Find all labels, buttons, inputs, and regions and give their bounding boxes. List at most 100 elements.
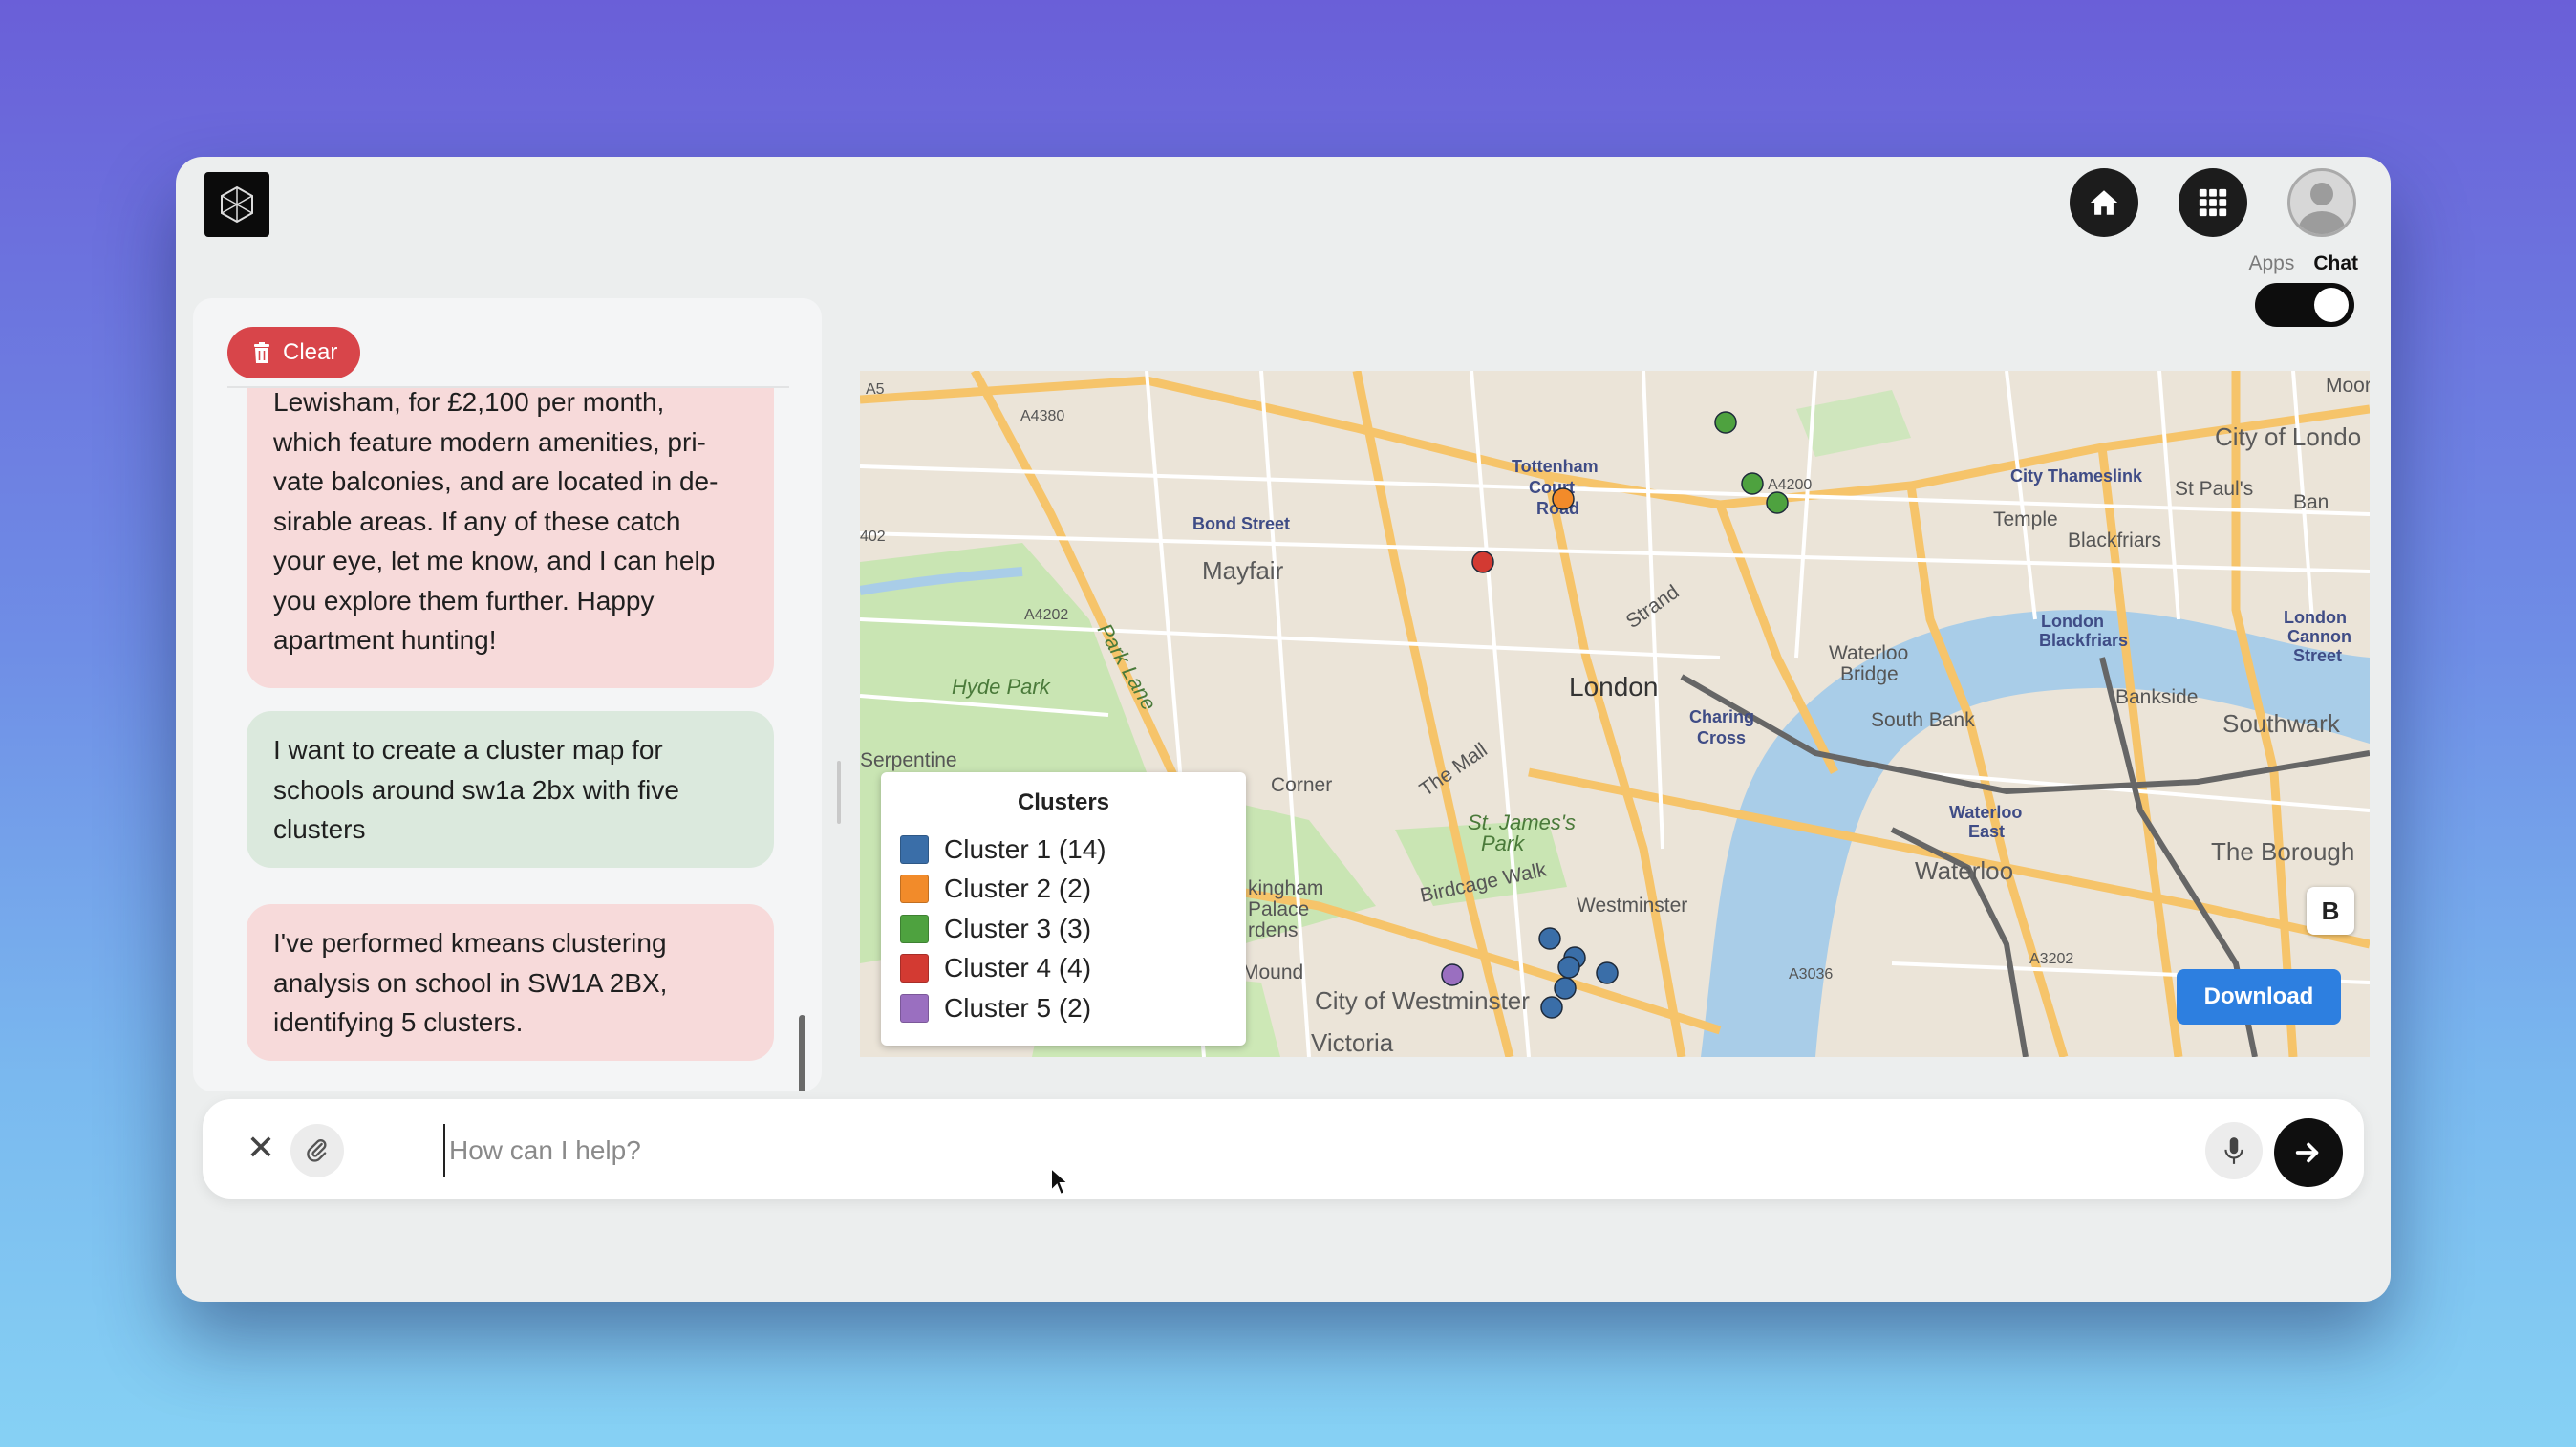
grid-icon [2199,188,2227,217]
map-label: South Bank [1871,709,1975,731]
paperclip-icon [307,1139,327,1162]
message-line: I want to create a cluster map for [273,735,663,765]
map-label: Temple [1993,508,2058,530]
map-label: 402 [860,529,886,545]
legend-label: Cluster 4 (4) [944,953,1092,983]
message-line: analysis on school in SW1A 2BX, [273,967,668,998]
attach-button[interactable] [290,1124,344,1177]
app-window: Apps Chat Clear Lewisham, for £2,100 per… [176,157,2391,1302]
microphone-button[interactable] [2205,1122,2263,1179]
clear-button-label: Clear [283,339,338,365]
assistant-message: I've performed kmeans clustering analysi… [247,904,774,1061]
map-label: City Thameslink [2010,466,2143,486]
cluster-3-marker[interactable] [1766,491,1789,514]
cluster-1-marker[interactable] [1554,977,1577,1000]
legend-item: Cluster 1 (14) [900,830,1227,870]
home-button[interactable] [2070,168,2138,237]
map-label: London [2041,612,2104,631]
trash-icon [254,342,269,363]
cluster-5-marker[interactable] [1441,963,1464,986]
apps-mode-label: Apps [2248,252,2295,274]
cluster-3-marker[interactable] [1714,411,1737,434]
panel-resize-handle[interactable] [837,761,841,824]
cluster-1-marker[interactable] [1540,996,1563,1019]
map-label: kingham [1248,877,1323,899]
map-label: A4202 [1024,607,1068,623]
map-label: A4380 [1020,408,1064,424]
message-line: you explore them further. Happy [273,585,655,616]
cluster-1-marker[interactable] [1596,961,1619,984]
legend-swatch [900,954,929,983]
close-icon[interactable]: ✕ [237,1124,285,1172]
header-actions [2070,168,2356,237]
map-label: Cross [1697,728,1746,747]
cluster-1-marker[interactable] [1557,956,1580,979]
legend-item: Cluster 2 (2) [900,870,1227,910]
legend-label: Cluster 3 (3) [944,913,1092,943]
cluster-1-marker[interactable] [1538,927,1561,950]
map-label: Serpentine [860,749,957,771]
legend-swatch [900,875,929,904]
message-line: your eye, let me know, and I can help [273,546,716,575]
basemap-toggle-button[interactable]: B [2307,887,2354,935]
home-icon [2090,190,2118,215]
legend-swatch [900,993,929,1023]
cluster-legend: Clusters Cluster 1 (14) Cluster 2 (2) Cl… [881,772,1246,1046]
message-line: clusters [273,814,366,844]
legend-title: Clusters [1017,789,1110,815]
clear-button[interactable]: Clear [227,327,361,378]
mouse-cursor-icon [1050,1166,1070,1197]
map-label: A5 [866,381,885,398]
message-line: sirable areas. If any of these catch [273,506,681,536]
map-label: Palace [1248,898,1309,920]
legend-swatch [900,834,929,864]
map-label: Blackfriars [2068,529,2161,551]
map-label: London [1569,672,1658,702]
apps-grid-button[interactable] [2179,168,2247,237]
map-label: Street [2293,646,2342,665]
map-label: Victoria [1311,1028,1394,1057]
map-label: A3036 [1789,966,1833,983]
map-label: City of Westminster [1315,986,1530,1015]
map-label: Waterloo [1949,803,2022,822]
chat-mode-label: Chat [2313,252,2358,274]
chat-input[interactable] [443,1124,2068,1177]
cluster-2-marker[interactable] [1552,487,1575,510]
legend-swatch [900,914,929,943]
user-avatar-icon [2299,183,2345,234]
map-label: Bankside [2115,686,2198,708]
chat-scrollbar[interactable] [799,1015,805,1091]
download-button[interactable]: Download [2177,969,2341,1025]
map-label: Mayfair [1202,556,1284,585]
apps-chat-toggle[interactable] [2255,283,2354,327]
send-button[interactable] [2274,1118,2343,1187]
map-label: Charing [1689,707,1754,726]
map-label: Moorg [2326,375,2370,397]
legend-label: Cluster 5 (2) [944,992,1092,1023]
cluster-map[interactable]: A5 A4380 402 A4202 A4200 A3036 A3202 Bon… [860,371,2370,1057]
map-label: Tottenham [1512,457,1599,476]
user-avatar[interactable] [2287,168,2356,237]
map-label: Bridge [1840,663,1899,685]
map-label: rdens [1248,919,1299,941]
cluster-3-marker[interactable] [1741,472,1764,495]
map-label: Bond Street [1192,514,1290,533]
message-list: Lewisham, for £2,100 per month, which fe… [193,388,822,1091]
map-label: East [1968,822,2005,841]
cluster-4-marker[interactable] [1471,551,1494,573]
message-line: identifying 5 clusters. [273,1007,524,1037]
map-label: Cannon [2287,627,2351,646]
map-label: Southwark [2222,709,2341,738]
chat-panel: Clear Lewisham, for £2,100 per month, wh… [193,298,822,1091]
cube-logo-icon[interactable] [204,172,269,237]
legend-item: Cluster 3 (3) [900,909,1227,949]
chat-input-bar: ✕ [203,1099,2364,1199]
user-message: I want to create a cluster map for schoo… [247,711,774,868]
microphone-icon [2224,1137,2243,1164]
message-line: Lewisham, for £2,100 per month, [273,388,665,417]
map-label: St Paul's [2175,478,2253,500]
map-label: Hyde Park [952,675,1051,699]
map-label: A3202 [2029,951,2073,967]
legend-label: Cluster 2 (2) [944,874,1092,904]
message-line: I've performed kmeans clustering [273,928,667,958]
